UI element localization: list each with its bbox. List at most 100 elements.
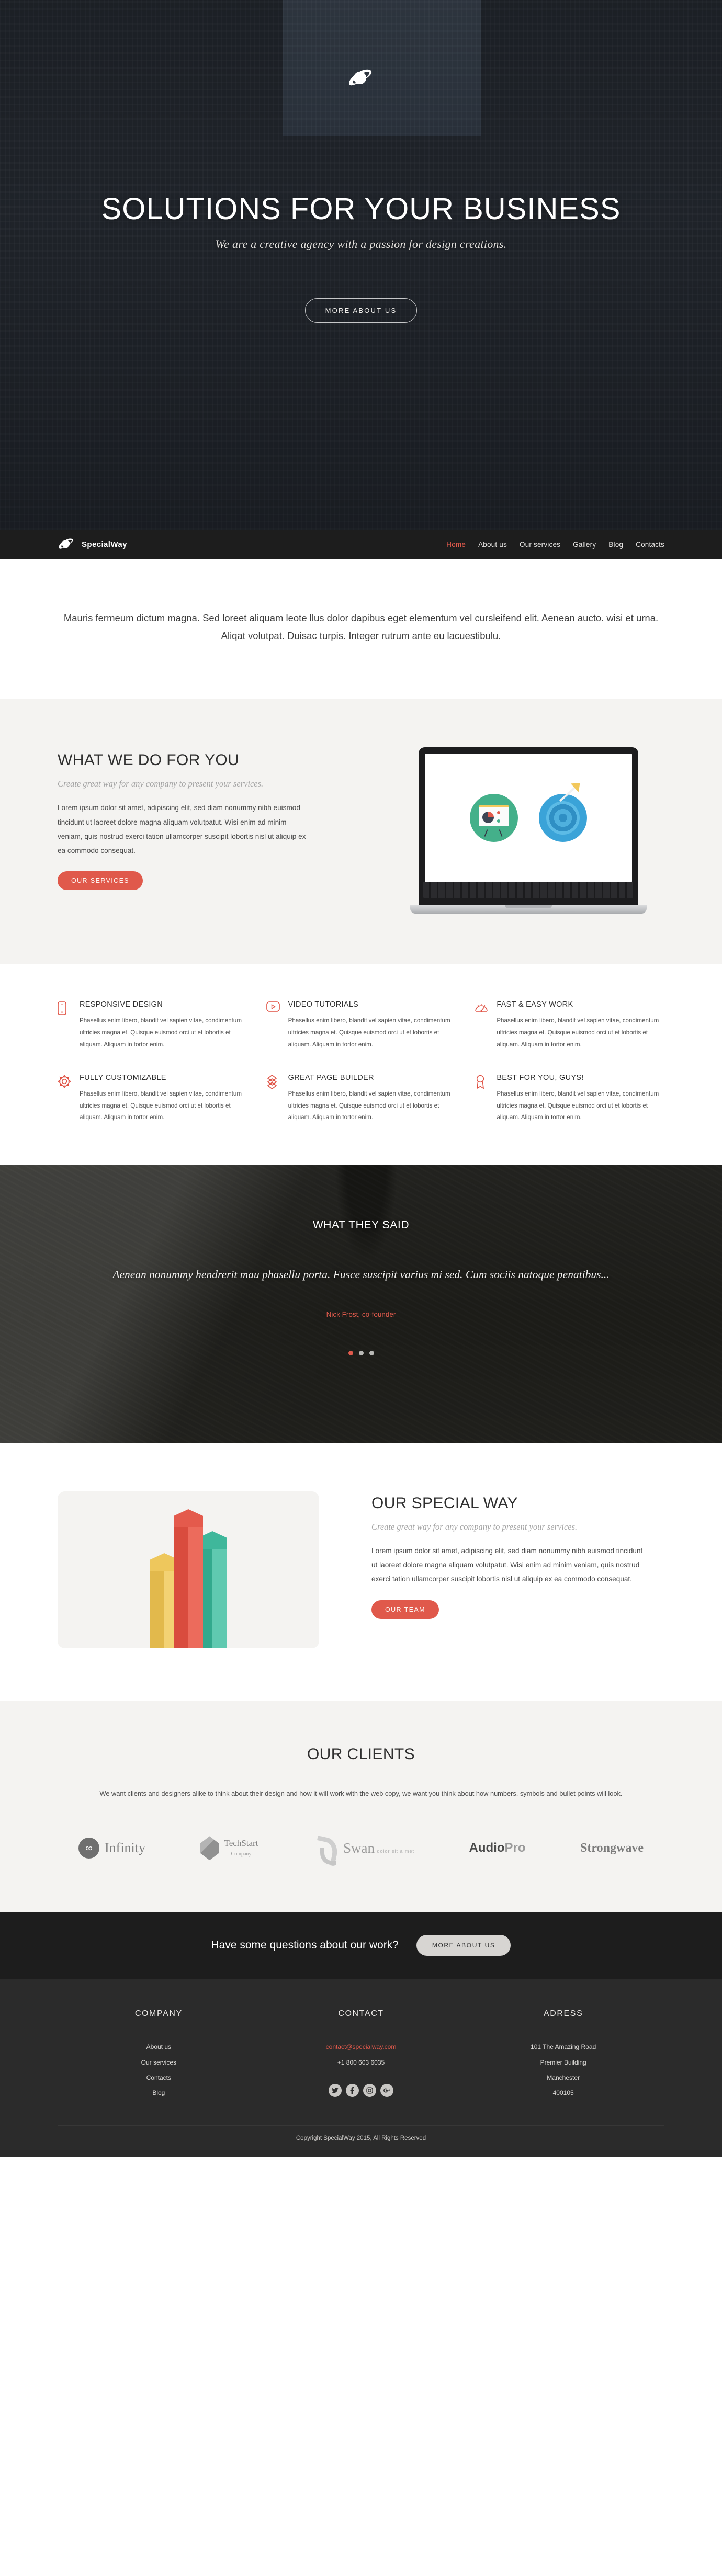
- footer-link-contacts[interactable]: Contacts: [58, 2070, 260, 2085]
- features-grid: RESPONSIVE DESIGN Phasellus enim libero,…: [58, 1000, 664, 1124]
- navbar-brand[interactable]: SpecialWay: [58, 538, 127, 551]
- footer-column-address: ADRESS 101 The Amazing Road Premier Buil…: [462, 2009, 664, 2101]
- hero-section: SOLUTIONS FOR YOUR BUSINESS We are a cre…: [0, 0, 722, 530]
- navbar-links: Home About us Our services Gallery Blog …: [446, 541, 664, 549]
- gem-icon: [200, 1836, 219, 1861]
- feature-text: Phasellus enim libero, blandit vel sapie…: [288, 1090, 450, 1121]
- special-way-body: Lorem ipsum dolor sit amet, adipiscing e…: [371, 1547, 643, 1583]
- brand-name: SpecialWay: [82, 540, 127, 549]
- slider-dot-3[interactable]: [369, 1351, 374, 1356]
- target-dart-icon: [539, 785, 587, 842]
- saturn-planet-icon: [59, 538, 73, 549]
- footer-heading-address: ADRESS: [543, 2009, 583, 2019]
- feature-great-page-builder: GREAT PAGE BUILDER Phasellus enim libero…: [266, 1074, 456, 1124]
- client-logo-techstart[interactable]: TechStart Company: [200, 1836, 258, 1861]
- client-logo-swan[interactable]: Swan dolor sit a met: [313, 1834, 414, 1865]
- feature-best-for-you: BEST FOR YOU, GUYS! Phasellus enim liber…: [475, 1074, 664, 1124]
- client-logo-label: TechStart: [224, 1838, 258, 1848]
- chart-bar-2: [174, 1509, 203, 1648]
- infinity-symbol-icon: ∞: [78, 1838, 99, 1859]
- feature-title: FAST & EASY WORK: [497, 1000, 573, 1009]
- feature-video-tutorials: VIDEO TUTORIALS Phasellus enim libero, b…: [266, 1000, 456, 1051]
- laptop-base: [410, 905, 647, 914]
- client-logo-infinity[interactable]: ∞ Infinity: [78, 1838, 145, 1859]
- hero-subtitle: We are a creative agency with a passion …: [215, 237, 507, 250]
- facebook-icon[interactable]: [345, 2084, 359, 2098]
- feature-title: RESPONSIVE DESIGN: [80, 1000, 163, 1009]
- testimonial-quote: Aenean nonummy hendrerit mau phasellu po…: [112, 1268, 610, 1281]
- our-clients-section: OUR CLIENTS We want clients and designer…: [0, 1701, 722, 1912]
- nav-item-about-us[interactable]: About us: [478, 541, 507, 549]
- footer-address-line-4: 400105: [552, 2089, 574, 2097]
- hero-title: SOLUTIONS FOR YOUR BUSINESS: [101, 192, 621, 226]
- special-way-subtitle: Create great way for any company to pres…: [371, 1522, 578, 1532]
- feature-title: FULLY CUSTOMIZABLE: [80, 1074, 166, 1082]
- layers-diamond-icon: [266, 1074, 281, 1124]
- cta-text: Have some questions about our work?: [211, 1939, 399, 1952]
- hero-logo: [0, 69, 722, 89]
- nav-item-home[interactable]: Home: [446, 541, 466, 549]
- cta-bar-section: Have some questions about our work? MORE…: [0, 1912, 722, 1979]
- footer-address-line-1: 101 The Amazing Road: [531, 2043, 596, 2051]
- footer-link-blog[interactable]: Blog: [58, 2085, 260, 2101]
- footer-link-our-services[interactable]: Our services: [58, 2055, 260, 2070]
- clients-title: OUR CLIENTS: [307, 1746, 415, 1763]
- hero-content: SOLUTIONS FOR YOUR BUSINESS We are a cre…: [0, 192, 722, 323]
- client-logo-label: Strongwave: [580, 1841, 644, 1855]
- nav-item-contacts[interactable]: Contacts: [636, 541, 664, 549]
- speedometer-icon: [475, 1000, 489, 1051]
- footer-address-line-3: Manchester: [547, 2074, 580, 2082]
- our-services-button[interactable]: OUR SERVICES: [58, 871, 143, 891]
- instagram-icon[interactable]: [363, 2084, 376, 2098]
- isometric-bar-chart: [58, 1491, 319, 1648]
- special-way-title: OUR SPECIAL WAY: [371, 1495, 518, 1512]
- hero-more-about-us-button[interactable]: MORE ABOUT US: [304, 298, 418, 323]
- clients-description: We want clients and designers alike to t…: [99, 1789, 623, 1797]
- footer-address-line-2: Premier Building: [540, 2058, 586, 2066]
- testimonial-slider-dots: [0, 1351, 722, 1356]
- feature-title: BEST FOR YOU, GUYS!: [497, 1074, 584, 1082]
- google-plus-icon[interactable]: [380, 2084, 393, 2098]
- nav-item-blog[interactable]: Blog: [608, 541, 623, 549]
- footer-link-about-us[interactable]: About us: [58, 2039, 260, 2055]
- footer-social-links: [260, 2084, 462, 2098]
- slider-dot-2[interactable]: [358, 1351, 364, 1356]
- our-special-way-section: OUR SPECIAL WAY Create great way for any…: [0, 1443, 722, 1701]
- feature-title: GREAT PAGE BUILDER: [288, 1074, 374, 1082]
- feature-responsive-design: RESPONSIVE DESIGN Phasellus enim libero,…: [58, 1000, 247, 1051]
- client-logo-audiopro[interactable]: AudioPro: [469, 1842, 526, 1854]
- saturn-planet-icon: [348, 69, 372, 86]
- award-ribbon-icon: [475, 1074, 489, 1124]
- client-logo-tagline: dolor sit a met: [377, 1848, 414, 1854]
- footer-column-company: COMPANY About us Our services Contacts B…: [58, 2009, 260, 2101]
- footer-email-link[interactable]: contact@specialway.com: [260, 2039, 462, 2055]
- mobile-phone-icon: [58, 1000, 72, 1051]
- feature-text: Phasellus enim libero, blandit vel sapie…: [80, 1090, 242, 1121]
- presentation-board-icon: [470, 794, 518, 842]
- our-team-button[interactable]: OUR TEAM: [371, 1600, 439, 1619]
- nav-item-our-services[interactable]: Our services: [520, 541, 560, 549]
- feature-fully-customizable: FULLY CUSTOMIZABLE Phasellus enim libero…: [58, 1074, 247, 1124]
- twitter-icon[interactable]: [328, 2084, 342, 2098]
- main-navbar: SpecialWay Home About us Our services Ga…: [0, 530, 722, 559]
- client-logo-label-part2: Pro: [504, 1841, 526, 1855]
- feature-text: Phasellus enim libero, blandit vel sapie…: [497, 1017, 659, 1048]
- client-logo-label: Infinity: [105, 1840, 145, 1856]
- client-logo-label-part1: Audio: [469, 1841, 505, 1855]
- special-way-text-block: OUR SPECIAL WAY Create great way for any…: [371, 1491, 664, 1619]
- what-we-do-section: WHAT WE DO FOR YOU Create great way for …: [0, 699, 722, 964]
- nav-item-gallery[interactable]: Gallery: [573, 541, 596, 549]
- what-we-do-image-block: [392, 747, 664, 914]
- what-we-do-text-block: WHAT WE DO FOR YOU Create great way for …: [58, 747, 351, 891]
- feature-title: VIDEO TUTORIALS: [288, 1000, 359, 1009]
- cta-more-about-us-button[interactable]: MORE ABOUT US: [416, 1935, 511, 1956]
- site-footer: COMPANY About us Our services Contacts B…: [0, 1979, 722, 2157]
- client-logo-strongwave[interactable]: Strongwave: [580, 1841, 644, 1855]
- special-way-image-block: [58, 1491, 319, 1648]
- intro-paragraph: Mauris fermeum dictum magna. Sed loreet …: [63, 612, 659, 642]
- slider-dot-1[interactable]: [348, 1351, 353, 1356]
- what-we-do-subtitle: Create great way for any company to pres…: [58, 779, 264, 789]
- what-we-do-title: WHAT WE DO FOR YOU: [58, 751, 240, 769]
- footer-copyright: Copyright SpecialWay 2015, All Rights Re…: [58, 2125, 664, 2157]
- laptop-keyboard: [423, 882, 634, 898]
